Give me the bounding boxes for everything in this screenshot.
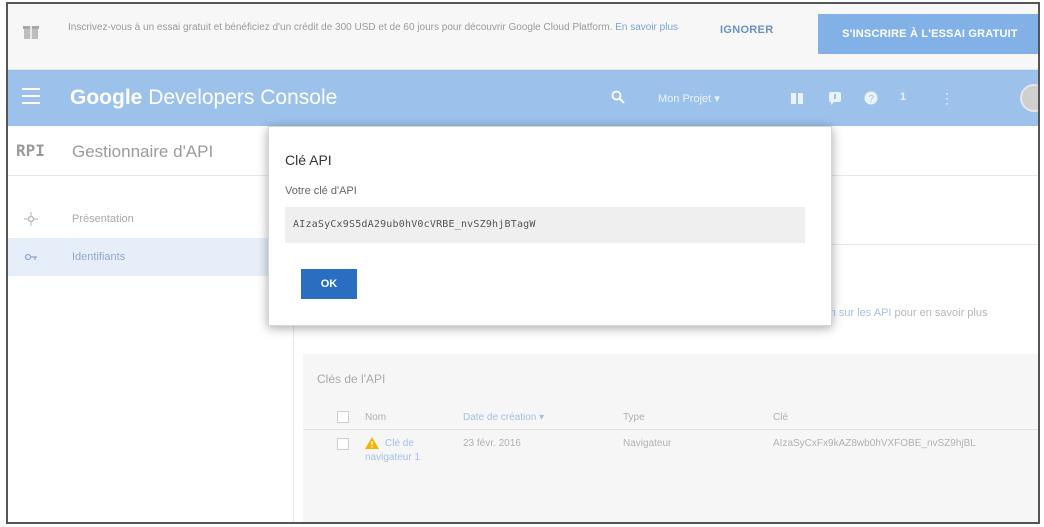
api-key-field[interactable]: AIzaSyCx9S5dA29ub0hV0cVRBE_nvSZ9hjBTagW	[285, 207, 805, 243]
free-trial-button[interactable]: S'INSCRIRE À L'ESSAI GRATUIT	[818, 14, 1038, 54]
api-key-dialog: Clé API Votre clé d'API AIzaSyCx9S5dA29u…	[268, 126, 832, 326]
promo-message: Inscrivez-vous à un essai gratuit et bén…	[68, 21, 688, 35]
browser-frame: Inscrivez-vous à un essai gratuit et bén…	[6, 2, 1040, 524]
hamburger-menu-icon[interactable]	[22, 88, 40, 106]
sidebar-item-label: Présentation	[72, 213, 134, 225]
google-logo-text: Google	[70, 86, 143, 109]
avatar[interactable]	[1020, 84, 1038, 112]
api-keys-panel: Clés de l'API Nom Date de création ▾ Typ…	[303, 354, 1038, 522]
notifications-icon[interactable]: 1	[900, 91, 914, 105]
api-overview-icon	[24, 212, 38, 226]
svg-text:?: ?	[869, 94, 875, 105]
api-keys-title: Clés de l'API	[317, 372, 386, 386]
table-row: Clé de navigateur 1 23 févr. 2016 Naviga…	[303, 430, 1038, 476]
api-logo-icon: RPI	[16, 141, 45, 160]
ok-button[interactable]: OK	[301, 269, 357, 299]
dialog-title: Clé API	[285, 152, 332, 168]
creation-date: 23 févr. 2016	[463, 438, 521, 449]
key-name-link[interactable]: Clé de	[385, 438, 414, 449]
column-header-type[interactable]: Type	[623, 412, 645, 423]
select-all-checkbox[interactable]	[337, 411, 349, 423]
key-name-link-line2[interactable]: navigateur 1	[365, 452, 420, 463]
column-header-name[interactable]: Nom	[365, 412, 386, 423]
row-checkbox[interactable]	[337, 438, 349, 450]
product-name: Developers Console	[148, 86, 338, 109]
ignore-button[interactable]: IGNORER	[720, 24, 773, 36]
promo-banner: Inscrivez-vous à un essai gratuit et bén…	[8, 4, 1038, 70]
dialog-label: Votre clé d'API	[285, 185, 357, 197]
api-info-text: rm sur les API pour en savoir plus	[823, 307, 987, 319]
key-type: Navigateur	[623, 438, 672, 449]
app-title[interactable]: Google Developers Console	[70, 86, 337, 110]
app-header: Google Developers Console Mon Projet ▾ ?…	[8, 70, 1038, 126]
gift-icon	[23, 26, 39, 39]
sidebar-item-label: Identifiants	[72, 251, 126, 263]
promo-text: Inscrivez-vous à un essai gratuit et bén…	[68, 22, 613, 33]
help-icon[interactable]: ?	[864, 91, 878, 105]
sidebar: Présentation Identifiants	[8, 176, 294, 522]
key-icon	[24, 253, 37, 261]
column-header-key[interactable]: Clé	[773, 412, 788, 423]
gift-box-icon[interactable]	[790, 91, 804, 105]
more-vert-icon[interactable]: ⋮	[940, 91, 954, 105]
table-header: Nom Date de création ▾ Type Clé	[303, 404, 1038, 430]
api-info-link[interactable]: rm sur les API	[823, 307, 891, 319]
page-title: Gestionnaire d'API	[72, 142, 214, 161]
api-info-suffix: pour en savoir plus	[891, 307, 988, 319]
search-icon[interactable]	[611, 90, 625, 104]
warning-icon	[365, 437, 379, 449]
sidebar-item-overview[interactable]: Présentation	[8, 200, 294, 238]
feedback-icon[interactable]	[828, 91, 842, 105]
sidebar-item-credentials[interactable]: Identifiants	[8, 238, 294, 276]
learn-more-link[interactable]: En savoir plus	[615, 22, 678, 33]
column-header-date[interactable]: Date de création ▾	[463, 412, 544, 423]
key-value: AIzaSyCxFx9kAZ8wb0hVXFOBE_nvSZ9hjBL	[773, 438, 976, 449]
project-selector[interactable]: Mon Projet ▾	[658, 92, 720, 105]
api-key-value[interactable]: AIzaSyCx9S5dA29ub0hV0cVRBE_nvSZ9hjBTagW	[293, 219, 536, 230]
